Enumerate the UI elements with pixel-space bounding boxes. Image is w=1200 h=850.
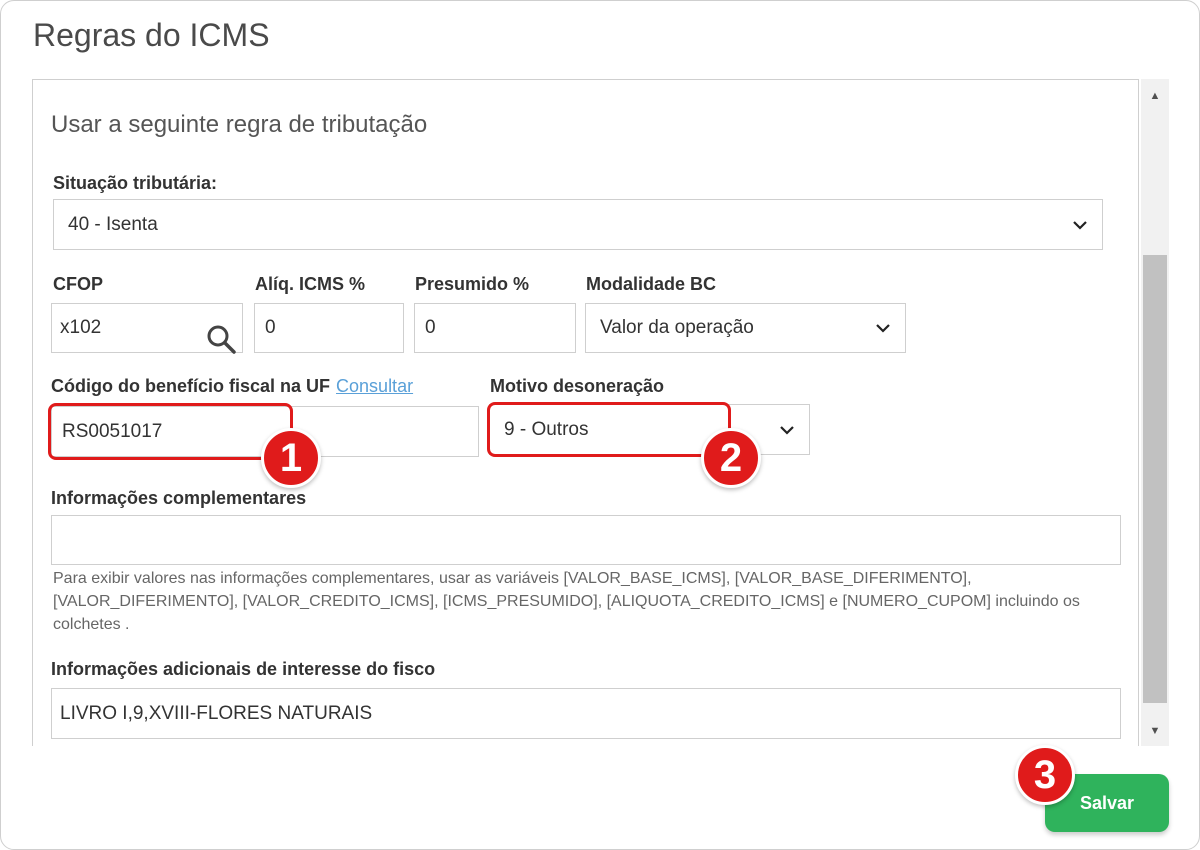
step-badge-1: 1 [261,428,321,488]
chevron-down-icon [780,425,794,435]
scrollbar-thumb[interactable] [1143,255,1167,703]
step-badge-2: 2 [701,428,761,488]
highlight-motivo [487,402,731,457]
modalidade-label: Modalidade BC [586,274,717,294]
search-icon[interactable] [205,323,237,355]
info-fisco-input[interactable]: LIVRO I,9,XVIII-FLORES NATURAIS [51,688,1121,739]
presumido-label: Presumido % [415,274,530,294]
step-badge-3: 3 [1015,745,1075,805]
aliq-icms-input[interactable]: 0 [254,303,404,353]
info-fisco-label: Informações adicionais de interesse do f… [51,659,436,679]
chevron-down-icon [1073,220,1087,230]
cfop-value: x102 [60,317,102,338]
cfop-input[interactable]: x102 [51,303,243,355]
scroll-down-icon[interactable]: ▼ [1141,718,1169,744]
modalidade-select[interactable]: Valor da operação [585,303,906,353]
situacao-value: 40 - Isenta [68,213,158,235]
info-comp-help: Para exibir valores nas informações comp… [53,570,1080,633]
info-comp-label: Informações complementares [51,488,307,508]
situacao-select[interactable]: 40 - Isenta [53,199,1103,250]
section-title: Usar a seguinte regra de tributação [51,111,428,138]
vertical-scrollbar[interactable]: ▲ ▼ [1141,79,1169,746]
presumido-input[interactable]: 0 [414,303,576,353]
modal-title: Regras do ICMS [33,17,270,53]
icms-rules-modal: Regras do ICMS ▲ ▼ Usar a seguinte regra… [0,0,1200,850]
chevron-down-icon [876,324,890,333]
motivo-label: Motivo desoneração [490,376,665,396]
consultar-link[interactable]: Consultar [336,376,413,396]
scroll-up-icon[interactable]: ▲ [1141,83,1169,109]
beneficio-label-text: Código do benefício fiscal na UF [51,376,331,396]
aliq-icms-label: Alíq. ICMS % [255,274,366,294]
cfop-label: CFOP [53,274,104,294]
situacao-label: Situação tributária: [53,173,218,193]
beneficio-label: Código do benefício fiscal na UF Consulta… [51,376,413,397]
highlight-beneficio [48,403,293,460]
info-comp-input[interactable] [51,515,1121,565]
aliq-icms-value: 0 [265,317,276,338]
modalidade-value: Valor da operação [600,317,754,338]
info-fisco-value: LIVRO I,9,XVIII-FLORES NATURAIS [60,702,373,724]
presumido-value: 0 [425,317,436,338]
